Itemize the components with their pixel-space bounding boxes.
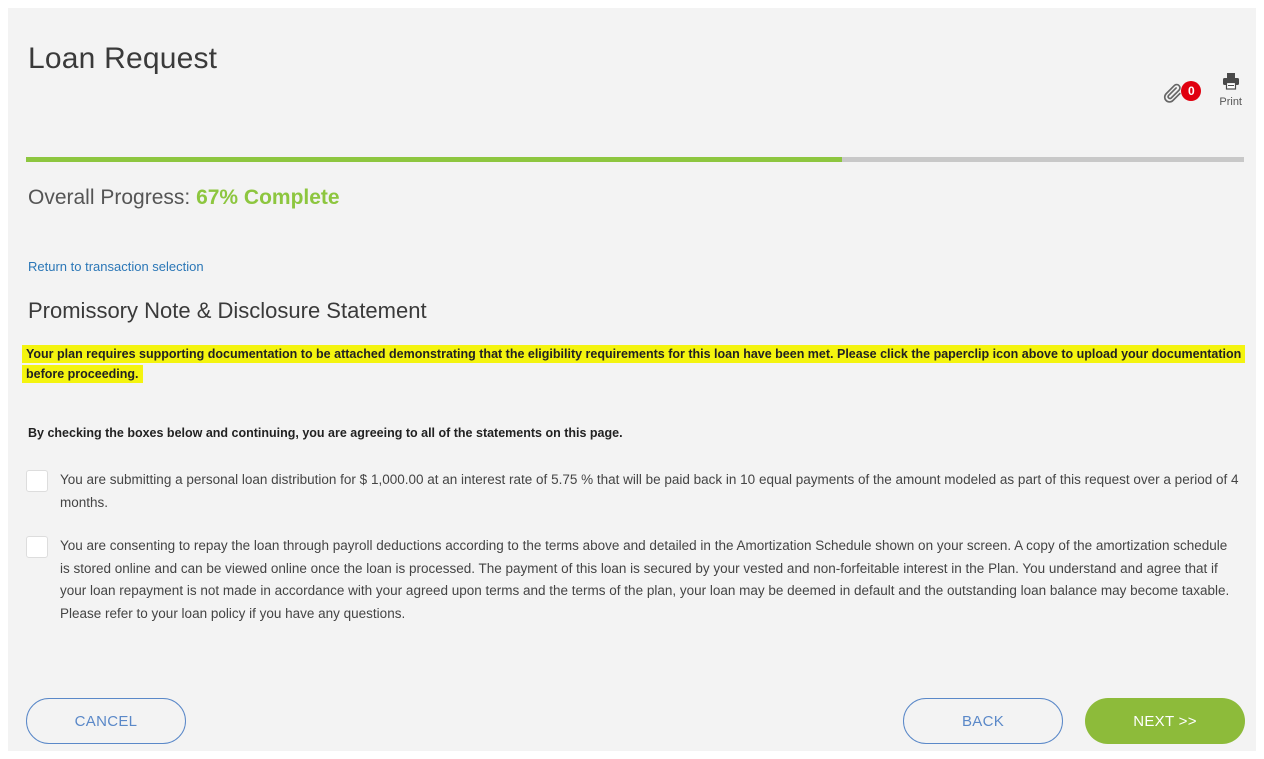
statement-text: You are consenting to repay the loan thr… [60, 538, 1230, 621]
print-label: Print [1219, 96, 1242, 108]
print-button[interactable]: Print [1219, 72, 1242, 108]
progress-bar-fill [26, 157, 843, 162]
paperclip-icon[interactable] [1161, 82, 1183, 104]
statement-item-loan-terms: You are submitting a personal loan distr… [26, 470, 1240, 514]
return-to-selection-link[interactable]: Return to transaction selection [28, 259, 204, 274]
attachments-button[interactable]: 0 [1161, 81, 1202, 104]
loan-request-page: Loan Request 0 Print Overall Progress: 6… [8, 8, 1256, 751]
repayment-consent-checkbox[interactable] [26, 536, 48, 558]
loan-terms-checkbox[interactable] [26, 470, 48, 492]
next-button[interactable]: NEXT >> [1085, 698, 1245, 744]
progress-label: Overall Progress: [28, 186, 191, 209]
printer-icon [1222, 72, 1240, 95]
section-title: Promissory Note & Disclosure Statement [28, 298, 427, 323]
header-tools: 0 Print [1161, 72, 1242, 108]
statement-text: You are submitting a personal loan distr… [60, 472, 1239, 510]
back-button[interactable]: BACK [903, 698, 1063, 744]
agreement-intro: By checking the boxes below and continui… [28, 426, 623, 440]
documentation-warning-text: Your plan requires supporting documentat… [22, 345, 1246, 383]
documentation-warning: Your plan requires supporting documentat… [22, 344, 1246, 384]
overall-progress: Overall Progress: 67% Complete [28, 186, 340, 210]
statement-item-repayment-consent: You are consenting to repay the loan thr… [26, 536, 1240, 625]
page-title: Loan Request [28, 42, 218, 75]
progress-bar [26, 157, 1244, 162]
progress-percentage: 67% Complete [196, 186, 340, 209]
cancel-button[interactable]: CANCEL [26, 698, 186, 744]
attachment-count-badge: 0 [1181, 81, 1202, 101]
